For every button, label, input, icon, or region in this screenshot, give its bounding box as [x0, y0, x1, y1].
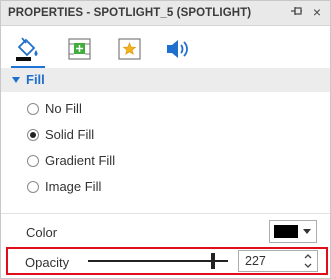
radio-button[interactable]: [27, 181, 39, 193]
panel-title: PROPERTIES - SPOTLIGHT_5 (SPOTLIGHT): [8, 7, 252, 19]
chevron-up-icon[interactable]: [303, 252, 313, 261]
radio-label: Image Fill: [45, 179, 102, 194]
paint-bucket-icon: [16, 37, 38, 61]
chevron-down-icon: [303, 229, 311, 234]
divider: [1, 213, 330, 214]
title-bar: PROPERTIES - SPOTLIGHT_5 (SPOTLIGHT) ×: [1, 1, 330, 26]
color-swatch: [274, 225, 298, 238]
tab-fill[interactable]: [15, 36, 41, 62]
opacity-slider[interactable]: [88, 260, 228, 262]
radio-label: Solid Fill: [45, 127, 95, 142]
chevron-down-icon[interactable]: [303, 261, 313, 270]
tab-texture[interactable]: [67, 36, 93, 62]
radio-label: No Fill: [45, 101, 82, 116]
texture-icon: [68, 38, 91, 60]
properties-panel: PROPERTIES - SPOTLIGHT_5 (SPOTLIGHT) × F…: [0, 0, 331, 279]
opacity-stepper[interactable]: 227: [238, 250, 318, 272]
tab-image[interactable]: [117, 36, 143, 62]
speaker-icon: [167, 40, 188, 58]
color-label: Color: [26, 225, 58, 240]
close-icon[interactable]: ×: [310, 5, 324, 19]
opacity-row: Opacity 227: [6, 247, 328, 275]
caret-down-icon: [12, 77, 20, 83]
tab-audio[interactable]: [164, 36, 190, 62]
star-image-icon: [118, 38, 141, 60]
radio-button-checked[interactable]: [27, 129, 39, 141]
radio-label: Gradient Fill: [45, 153, 116, 168]
opacity-label: Opacity: [25, 255, 70, 270]
tab-bar: [1, 26, 330, 68]
radio-button[interactable]: [27, 155, 39, 167]
fill-section-label: Fill: [26, 72, 45, 87]
opacity-value[interactable]: 227: [245, 254, 266, 268]
color-picker[interactable]: [269, 220, 317, 243]
radio-button[interactable]: [27, 103, 39, 115]
opacity-slider-thumb[interactable]: [211, 253, 215, 269]
fill-section-header[interactable]: Fill: [1, 68, 330, 92]
pin-icon[interactable]: [290, 6, 303, 19]
